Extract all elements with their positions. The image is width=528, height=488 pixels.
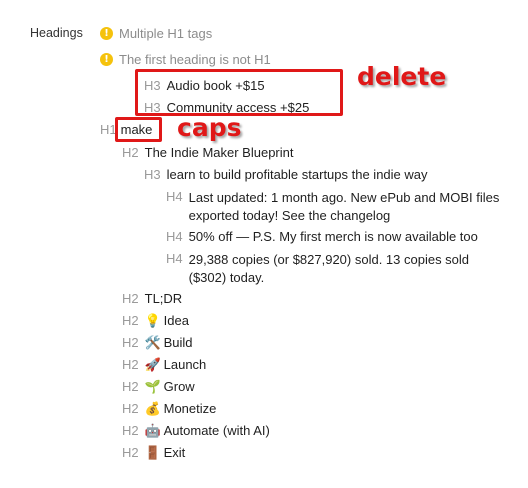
- heading-text: TL;DR: [144, 291, 183, 306]
- door-icon: 🚪: [144, 445, 161, 460]
- heading-text: The Indie Maker Blueprint: [144, 145, 294, 160]
- heading-h2-launch[interactable]: H2 🚀 Launch: [122, 357, 206, 373]
- heading-h2-exit[interactable]: H2 🚪 Exit: [122, 445, 185, 461]
- tools-icon: 🛠️: [144, 335, 161, 350]
- robot-icon: 🤖: [144, 423, 161, 438]
- heading-text: Monetize: [163, 401, 217, 416]
- money-bag-icon: 💰: [144, 401, 161, 416]
- warning-first-heading: ! The first heading is not H1: [100, 52, 271, 67]
- heading-text: 50% off — P.S. My first merch is now ava…: [188, 229, 478, 244]
- heading-text: 29,388 copies (or $827,920) sold. 13 cop…: [188, 252, 470, 285]
- delete-highlight-box: [135, 69, 343, 116]
- heading-h2-blueprint[interactable]: H2 The Indie Maker Blueprint: [122, 145, 293, 160]
- heading-tag: H2: [122, 423, 139, 438]
- info-icon: !: [100, 27, 113, 40]
- heading-h2-grow[interactable]: H2 🌱 Grow: [122, 379, 195, 395]
- heading-text: Exit: [163, 445, 186, 460]
- heading-text: learn to build profitable startups the i…: [166, 167, 428, 182]
- heading-tag: H2: [122, 445, 139, 460]
- heading-tag: H2: [122, 335, 139, 350]
- section-label-headings: Headings: [30, 26, 83, 40]
- lightbulb-icon: 💡: [144, 313, 161, 328]
- heading-h2-monetize[interactable]: H2 💰 Monetize: [122, 401, 216, 417]
- heading-h4-last-updated[interactable]: H4 Last updated: 1 month ago. New ePub a…: [166, 189, 506, 225]
- heading-tag: H4: [166, 189, 183, 204]
- heading-h3-learn[interactable]: H3 learn to build profitable startups th…: [144, 167, 428, 182]
- info-icon: !: [100, 53, 113, 66]
- heading-h4-merch[interactable]: H4 50% off — P.S. My first merch is now …: [166, 229, 478, 244]
- heading-h2-tldr[interactable]: H2 TL;DR: [122, 291, 182, 306]
- delete-annotation: delete: [357, 62, 447, 91]
- heading-tag: H2: [122, 379, 139, 394]
- caps-highlight-box: [115, 117, 162, 142]
- heading-tag: H2: [122, 401, 139, 416]
- seedling-icon: 🌱: [144, 379, 161, 394]
- heading-h2-automate[interactable]: H2 🤖 Automate (with AI): [122, 423, 270, 439]
- heading-tag: H3: [144, 167, 161, 182]
- heading-tag: H4: [166, 229, 183, 244]
- heading-text: Automate (with AI): [163, 423, 270, 438]
- heading-text: Launch: [163, 357, 207, 372]
- heading-tag: H2: [122, 291, 139, 306]
- caps-annotation: caps: [177, 113, 242, 142]
- warning-text: The first heading is not H1: [119, 52, 271, 67]
- heading-text: Last updated: 1 month ago. New ePub and …: [188, 190, 500, 223]
- heading-tag: H4: [166, 251, 183, 266]
- heading-h2-idea[interactable]: H2 💡 Idea: [122, 313, 189, 329]
- heading-tag: H2: [122, 357, 139, 372]
- heading-h4-copies-sold[interactable]: H4 29,388 copies (or $827,920) sold. 13 …: [166, 251, 506, 287]
- warning-text: Multiple H1 tags: [119, 26, 213, 41]
- heading-text: Idea: [163, 313, 189, 328]
- rocket-icon: 🚀: [144, 357, 161, 372]
- heading-tag: H2: [122, 313, 139, 328]
- warning-multiple-h1: ! Multiple H1 tags: [100, 26, 212, 41]
- heading-tag: H2: [122, 145, 139, 160]
- heading-h2-build[interactable]: H2 🛠️ Build: [122, 335, 193, 351]
- heading-text: Build: [163, 335, 193, 350]
- heading-text: Grow: [163, 379, 195, 394]
